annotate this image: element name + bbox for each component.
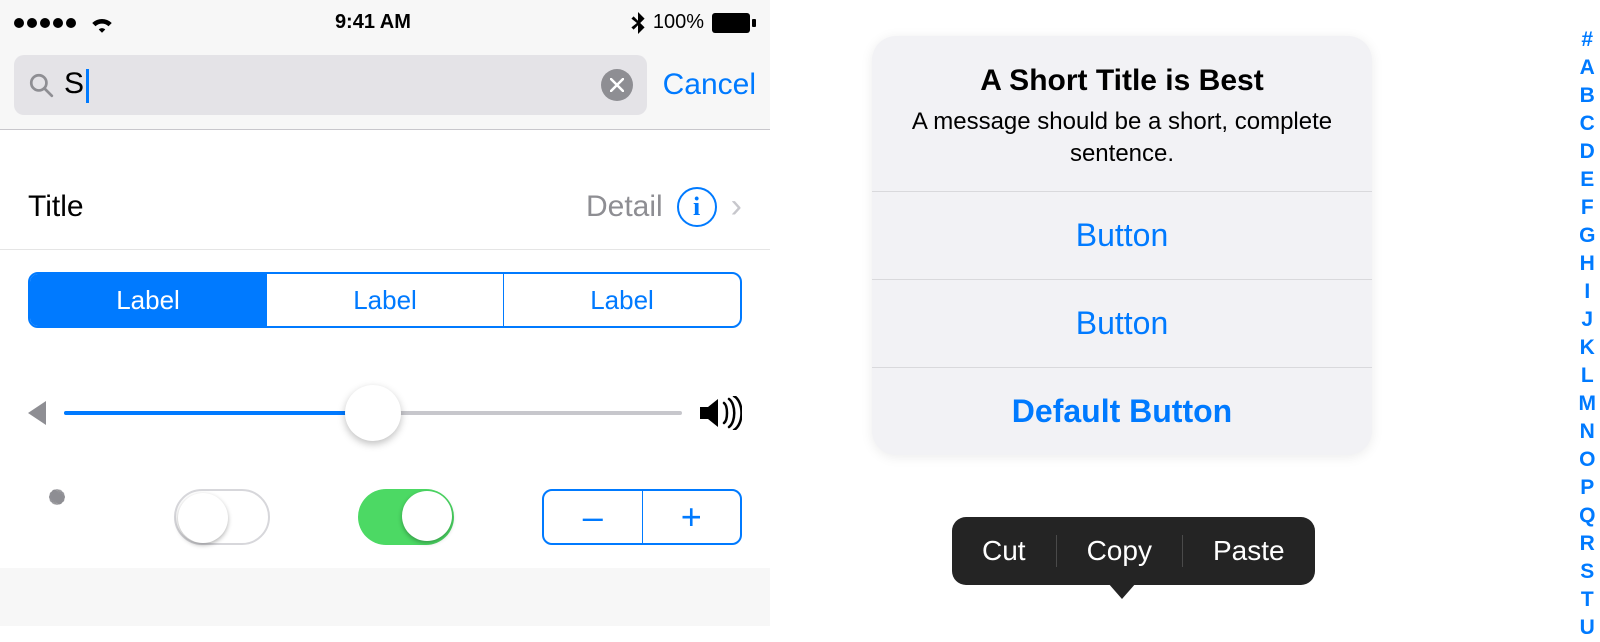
segmented-control[interactable]: Label Label Label: [28, 272, 742, 328]
activity-indicator: [28, 488, 86, 546]
index-letter[interactable]: D: [1580, 138, 1595, 166]
menu-cut[interactable]: Cut: [952, 535, 1057, 567]
list-row[interactable]: Title Detail i ›: [0, 164, 770, 250]
index-letter[interactable]: C: [1580, 110, 1595, 138]
bluetooth-icon: [631, 12, 645, 34]
switch-off[interactable]: [174, 489, 270, 545]
chevron-right-icon: ›: [731, 187, 742, 226]
stepper-plus[interactable]: +: [643, 491, 741, 543]
index-letter[interactable]: G: [1579, 222, 1595, 250]
index-letter[interactable]: E: [1580, 166, 1594, 194]
status-time: 9:41 AM: [335, 11, 411, 34]
actionsheet-message: A message should be a short, complete se…: [902, 106, 1342, 171]
index-letter[interactable]: H: [1580, 250, 1595, 278]
battery-icon: [712, 13, 756, 33]
index-letter[interactable]: M: [1579, 390, 1597, 418]
info-button[interactable]: i: [677, 187, 717, 227]
switch-on[interactable]: [358, 489, 454, 545]
row-title: Title: [28, 190, 586, 224]
index-letter[interactable]: J: [1581, 306, 1593, 334]
phone-frame: 9:41 AM 100% S Cancel Title Detail i › L…: [0, 0, 770, 626]
action-sheet: A Short Title is Best A message should b…: [872, 36, 1372, 455]
segment-3[interactable]: Label: [504, 274, 740, 326]
segment-1[interactable]: Label: [30, 274, 267, 326]
index-letter[interactable]: T: [1581, 586, 1594, 614]
volume-low-icon: [28, 401, 46, 425]
text-caret: [86, 69, 89, 103]
search-input[interactable]: S: [14, 55, 647, 115]
index-letter[interactable]: K: [1580, 334, 1595, 362]
index-letter[interactable]: Q: [1579, 502, 1595, 530]
menu-paste[interactable]: Paste: [1183, 535, 1315, 567]
actionsheet-default-button[interactable]: Default Button: [872, 367, 1372, 455]
index-letter[interactable]: S: [1580, 558, 1594, 586]
index-letter[interactable]: F: [1581, 194, 1594, 222]
index-letter[interactable]: U: [1580, 614, 1595, 642]
wifi-icon: [89, 13, 115, 33]
battery-percent: 100%: [653, 11, 704, 34]
stepper-minus[interactable]: –: [544, 491, 643, 543]
index-letter[interactable]: O: [1579, 446, 1595, 474]
cancel-button[interactable]: Cancel: [663, 68, 756, 102]
index-letter[interactable]: I: [1584, 278, 1590, 306]
list: Title Detail i ›: [0, 164, 770, 250]
clear-button[interactable]: [601, 69, 633, 101]
index-letter[interactable]: N: [1580, 418, 1595, 446]
actionsheet-button-1[interactable]: Button: [872, 191, 1372, 279]
x-icon: [610, 78, 624, 92]
index-letter[interactable]: L: [1581, 362, 1594, 390]
segment-2[interactable]: Label: [267, 274, 504, 326]
signal-dots-icon: [14, 11, 79, 34]
search-bar: S Cancel: [0, 45, 770, 130]
menu-arrow-icon: [1108, 583, 1136, 599]
stepper: – +: [542, 489, 742, 545]
index-letter[interactable]: R: [1580, 530, 1595, 558]
index-letter[interactable]: P: [1580, 474, 1594, 502]
search-icon: [28, 72, 54, 98]
section-index[interactable]: #ABCDEFGHIJKLMNOPQRSTU: [1579, 26, 1597, 642]
index-letter[interactable]: A: [1580, 54, 1595, 82]
slider-knob[interactable]: [345, 385, 401, 441]
volume-high-icon: [700, 396, 742, 430]
actionsheet-button-2[interactable]: Button: [872, 279, 1372, 367]
actionsheet-title: A Short Title is Best: [902, 64, 1342, 98]
edit-menu: Cut Copy Paste: [952, 517, 1315, 585]
search-query: S: [64, 67, 84, 100]
menu-copy[interactable]: Copy: [1057, 535, 1183, 567]
slider[interactable]: [64, 411, 682, 415]
row-detail: Detail: [586, 190, 663, 224]
index-letter[interactable]: #: [1581, 26, 1593, 54]
index-letter[interactable]: B: [1580, 82, 1595, 110]
status-bar: 9:41 AM 100%: [0, 0, 770, 45]
